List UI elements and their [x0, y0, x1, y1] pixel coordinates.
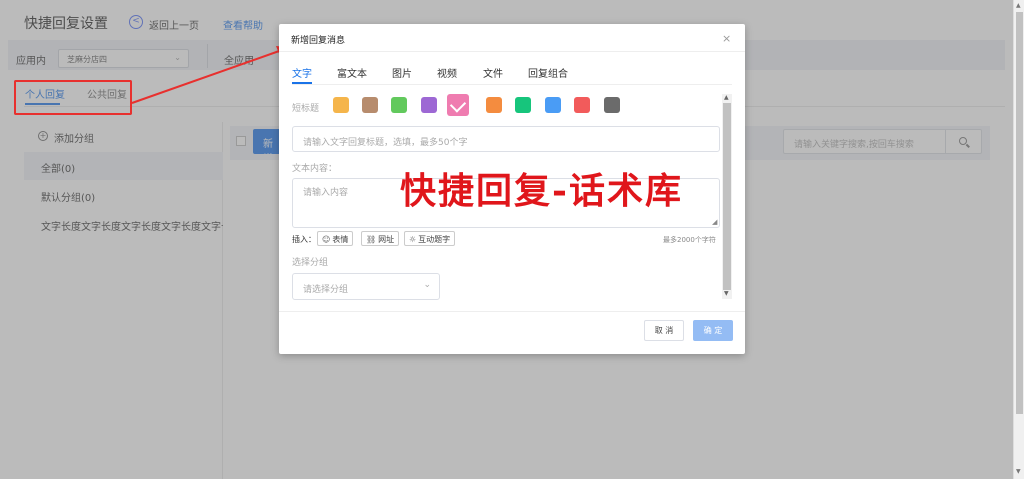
short-title-label: 短标题 [292, 104, 320, 114]
insert-url-button[interactable]: ⛓ 网址 [361, 231, 400, 246]
color-swatch[interactable] [515, 97, 531, 113]
insert-emoji-label: 表情 [332, 235, 349, 244]
tab-video[interactable]: 视频 [437, 65, 457, 80]
chevron-down-icon: ⌄ [423, 280, 431, 290]
tab-rich-text[interactable]: 富文本 [337, 65, 367, 80]
group-select-value: 请选择分组 [303, 285, 349, 295]
window-scrollbar[interactable]: ▲ ▼ [1013, 0, 1024, 479]
scroll-up-icon[interactable]: ▲ [724, 94, 729, 101]
cancel-button[interactable]: 取 消 [644, 320, 684, 341]
color-swatch[interactable] [545, 97, 561, 113]
max-length-hint: 最多2000个字符 [663, 236, 716, 244]
color-swatch[interactable] [333, 97, 349, 113]
divider [279, 311, 745, 312]
scroll-down-icon[interactable]: ▼ [724, 290, 729, 297]
confirm-button[interactable]: 确 定 [693, 320, 733, 341]
tab-file[interactable]: 文件 [483, 65, 503, 80]
watermark-text: 快捷回复-话术库 [400, 170, 683, 212]
scroll-down-icon[interactable]: ▼ [1016, 468, 1021, 475]
highlight-box-top [14, 80, 132, 115]
divider [279, 51, 745, 52]
tab-text[interactable]: 文字 [292, 65, 312, 80]
title-input[interactable]: 请输入文字回复标题，选填，最多50个字 [292, 126, 720, 152]
color-swatch[interactable] [486, 97, 502, 113]
dialog-scrollbar[interactable]: ▲ ▼ [722, 94, 732, 299]
insert-interactive-label: 互动题字 [418, 235, 451, 244]
color-swatch[interactable] [574, 97, 590, 113]
resize-handle-icon[interactable]: ◢ [712, 218, 717, 226]
color-swatch[interactable] [362, 97, 378, 113]
insert-interactive-button[interactable]: ☼ 互动题字 [404, 231, 456, 246]
group-select[interactable]: 请选择分组 ⌄ [292, 273, 440, 300]
insert-url-label: 网址 [378, 235, 395, 244]
color-swatch[interactable] [421, 97, 437, 113]
tab-reply-combo[interactable]: 回复组合 [528, 65, 568, 80]
dialog-title: 新增回复消息 [291, 36, 346, 46]
color-swatch[interactable] [391, 97, 407, 113]
tab-image[interactable]: 图片 [392, 65, 412, 80]
color-swatch[interactable] [447, 94, 469, 116]
link-icon: ⛓ [366, 235, 377, 244]
smiley-icon: ☺ [322, 235, 331, 244]
content-label: 文本内容： [292, 164, 338, 174]
insert-label: 插入： [292, 235, 316, 244]
scroll-thumb[interactable] [1016, 12, 1023, 414]
bulb-icon: ☼ [409, 235, 417, 244]
color-swatch[interactable] [604, 97, 620, 113]
insert-emoji-button[interactable]: ☺ 表情 [317, 231, 354, 246]
group-label: 选择分组 [292, 258, 329, 268]
scroll-thumb[interactable] [723, 103, 731, 290]
scroll-up-icon[interactable]: ▲ [1016, 2, 1021, 9]
divider [292, 84, 732, 85]
close-icon[interactable]: × [722, 32, 731, 45]
